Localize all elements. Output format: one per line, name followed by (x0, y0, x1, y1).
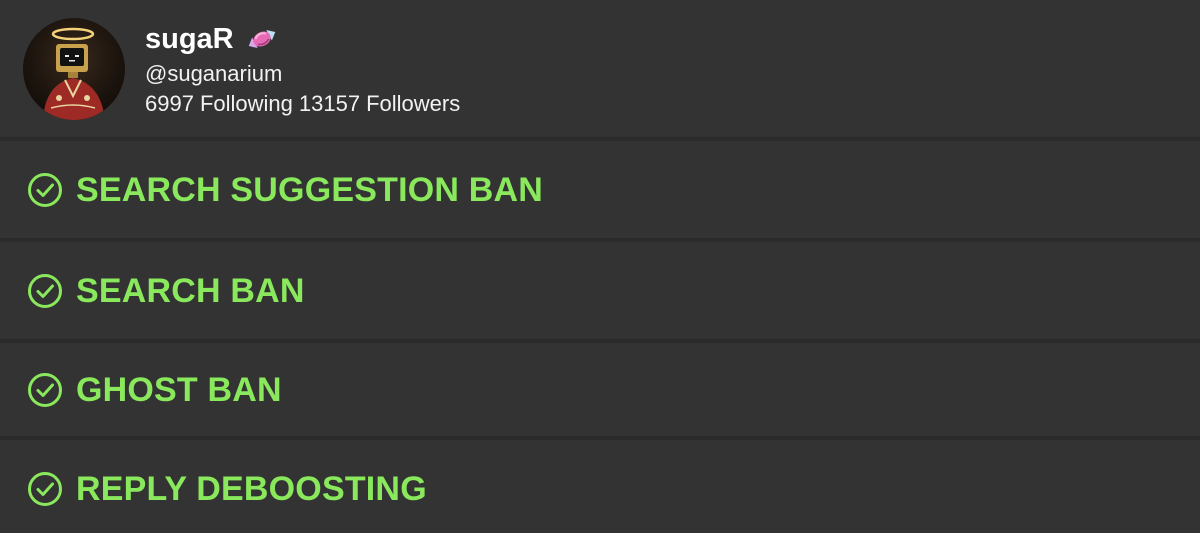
check-circle-icon (28, 274, 62, 308)
user-handle[interactable]: @suganarium (145, 60, 282, 88)
check-circle-icon (28, 373, 62, 407)
candy-icon (244, 27, 280, 51)
avatar[interactable] (23, 18, 125, 120)
following-label[interactable]: Following (200, 90, 293, 118)
check-row-reply-deboosting: REPLY DEBOOSTING (0, 441, 1200, 533)
check-row-search-suggestion-ban: SEARCH SUGGESTION BAN (0, 142, 1200, 238)
check-label: SEARCH BAN (76, 272, 305, 310)
divider (0, 436, 1200, 440)
check-circle-icon (28, 472, 62, 506)
shadowban-result-card: sugaR @suganarium 6997 Following 13157 F… (0, 0, 1200, 533)
followers-count[interactable]: 13157 (299, 90, 360, 118)
display-name: sugaR (145, 23, 234, 55)
name-row: sugaR (145, 20, 280, 58)
check-label: SEARCH SUGGESTION BAN (76, 171, 544, 209)
divider (0, 238, 1200, 242)
divider (0, 137, 1200, 141)
following-count[interactable]: 6997 (145, 90, 194, 118)
check-circle-icon (28, 173, 62, 207)
profile-header: sugaR @suganarium 6997 Following 13157 F… (0, 0, 1200, 137)
follow-stats: 6997 Following 13157 Followers (145, 90, 460, 118)
check-row-ghost-ban: GHOST BAN (0, 342, 1200, 438)
check-label: GHOST BAN (76, 371, 282, 409)
check-label: REPLY DEBOOSTING (76, 470, 427, 508)
followers-label[interactable]: Followers (366, 90, 460, 118)
check-row-search-ban: SEARCH BAN (0, 243, 1200, 339)
